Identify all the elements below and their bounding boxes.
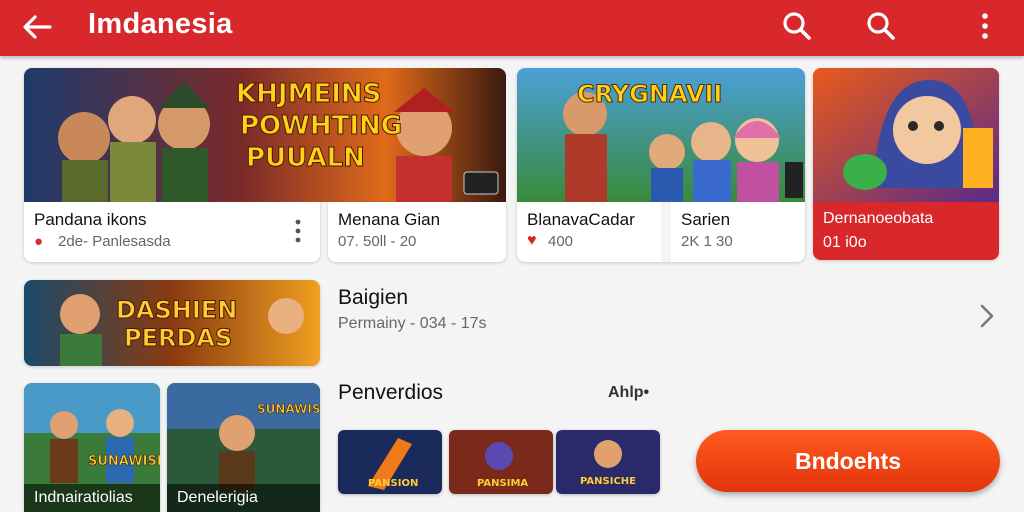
game-card-subtitle: 400	[548, 233, 574, 250]
game-card[interactable]: Menana Gian 07. 50ll - 20	[328, 202, 506, 262]
featured-art-line: PERDAS	[124, 324, 232, 352]
game-card-title: BlanavaCadar	[527, 210, 635, 229]
game-card[interactable]: Dernanoeobata 01 i0o	[813, 68, 999, 260]
chevron-right-icon[interactable]	[978, 303, 996, 329]
thumbnail-art-text: PANSIMA	[477, 478, 528, 489]
banner-art-line: KHJMEINS	[236, 79, 381, 109]
game-banner-image: CRYGNAVII	[517, 68, 805, 202]
card-gap	[661, 202, 671, 262]
app-title: Imdanesia	[88, 8, 233, 40]
game-card-subtitle: 2K 1 30	[681, 233, 733, 250]
tile-caption: Indnairatiolias	[24, 484, 160, 512]
more-vertical-icon[interactable]	[294, 218, 302, 244]
featured-title[interactable]: Baigien	[338, 286, 408, 310]
game-tile[interactable]: SUNAWISH Indnairatiolias	[24, 383, 160, 512]
section-title: Penverdios	[338, 381, 444, 404]
game-card-subtitle: 2de- Panlesasda	[58, 233, 171, 250]
more-vertical-icon[interactable]	[968, 9, 1002, 43]
game-thumbnail[interactable]: PANSION	[338, 430, 442, 494]
game-banner-image[interactable]: KHJMEINS POWHTING PUUALN	[24, 68, 506, 202]
featured-banner-image[interactable]: DASHIEN PERDAS	[24, 280, 320, 366]
thumbnail-art-text: PANSION	[368, 478, 418, 489]
banner-art-line: PUUALN	[246, 143, 365, 173]
search-icon[interactable]	[864, 9, 898, 43]
featured-art-line: DASHIEN	[116, 296, 237, 324]
app-bar: Imdanesia	[0, 0, 1024, 56]
game-card-title: Dernanoeobata	[823, 210, 934, 227]
tile-art-text: SUNAWISH	[88, 454, 160, 469]
tile-caption: Denelerigia	[167, 484, 320, 512]
game-card-subtitle: 01 i0o	[823, 234, 867, 251]
search-icon[interactable]	[780, 9, 814, 43]
game-card-subtitle: 07. 50ll - 20	[338, 233, 417, 250]
game-card-title: Pandana ikons	[34, 210, 147, 229]
game-icon: ●	[34, 233, 44, 250]
game-card-title: Sarien	[681, 210, 731, 229]
game-thumbnail[interactable]: PANSIMA	[449, 430, 553, 494]
game-tile[interactable]: SUNAWISH Denelerigia	[167, 383, 320, 512]
tile-art-text: SUNAWISH	[257, 402, 320, 416]
game-banner-image	[813, 68, 999, 202]
banner-art-line: CRYGNAVII	[577, 80, 722, 108]
primary-action-button[interactable]: Bndoehts	[696, 430, 1000, 492]
section-more-link[interactable]: Ahlp•	[608, 384, 649, 402]
back-arrow-icon[interactable]	[20, 10, 54, 44]
game-thumbnail[interactable]: PANSICHE	[556, 430, 660, 494]
featured-subtitle: Permainy - 034 - 17s	[338, 315, 487, 332]
banner-art-line: POWHTING	[240, 111, 402, 141]
game-card-title: Menana Gian	[338, 210, 441, 229]
thumbnail-art-text: PANSICHE	[580, 476, 636, 487]
heart-icon: ♥	[527, 232, 537, 249]
